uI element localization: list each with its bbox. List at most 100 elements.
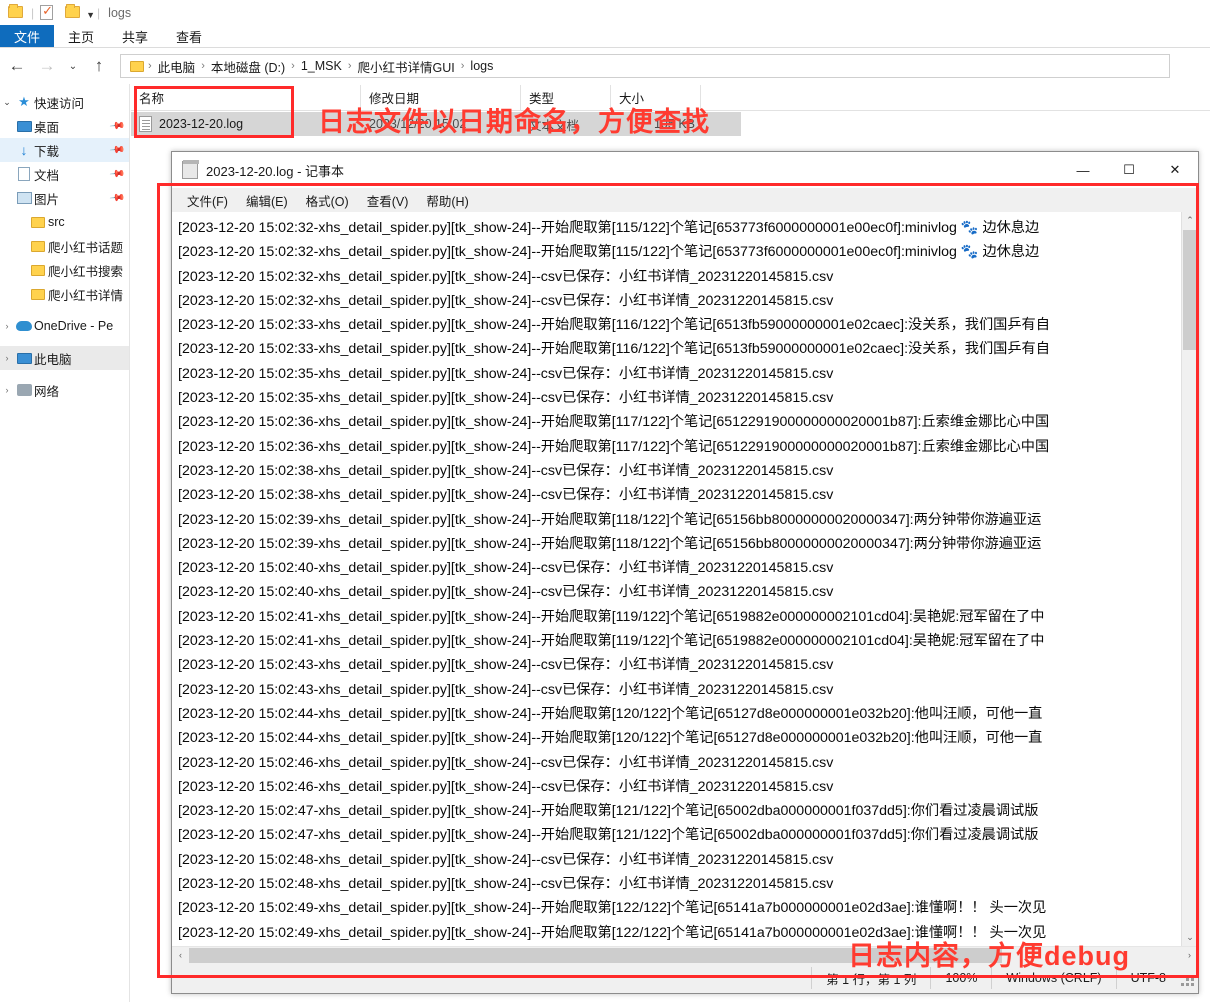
up-button[interactable]: ↑ xyxy=(86,53,112,79)
sidebar-item-label: 快速访问 xyxy=(34,96,85,111)
sidebar-item-src[interactable]: src xyxy=(0,210,129,234)
folder-icon[interactable] xyxy=(8,4,25,21)
explorer-title-bar: | ▼ | logs xyxy=(0,0,1210,25)
sidebar-item-pictures[interactable]: 图片 📌 xyxy=(0,186,129,210)
menu-item-edit[interactable]: 编辑(E) xyxy=(237,191,297,210)
pin-icon: 📌 xyxy=(108,141,126,159)
scroll-left-arrow-icon[interactable]: ‹ xyxy=(172,950,189,960)
log-text-content[interactable]: [2023-12-20 15:02:32-xhs_detail_spider.p… xyxy=(172,212,1181,946)
close-button[interactable]: ✕ xyxy=(1152,152,1198,188)
breadcrumb-item-3[interactable]: 爬小红书详情GUI xyxy=(353,57,460,76)
log-line: [2023-12-20 15:02:43-xhs_detail_spider.p… xyxy=(178,657,834,674)
log-line: [2023-12-20 15:02:40-xhs_detail_spider.p… xyxy=(178,584,834,601)
log-line: [2023-12-20 15:02:39-xhs_detail_spider.p… xyxy=(178,511,1042,528)
sidebar-item-quick-access[interactable]: ⌄ ★ 快速访问 xyxy=(0,90,129,114)
maximize-button[interactable]: ☐ xyxy=(1106,152,1152,188)
minimize-button[interactable]: — xyxy=(1060,152,1106,188)
breadcrumb-item-2[interactable]: 1_MSK xyxy=(296,59,347,73)
sidebar-item-this-pc[interactable]: › 此电脑 xyxy=(0,346,129,370)
chevron-right-icon[interactable]: › xyxy=(0,353,14,363)
sidebar-item-label: 网络 xyxy=(34,384,60,399)
notepad-menu-bar: 文件(F) 编辑(E) 格式(O) 查看(V) 帮助(H) xyxy=(172,188,1198,212)
log-line: [2023-12-20 15:02:38-xhs_detail_spider.p… xyxy=(178,462,834,479)
log-line: [2023-12-20 15:02:47-xhs_detail_spider.p… xyxy=(178,803,1039,820)
log-line: [2023-12-20 15:02:35-xhs_detail_spider.p… xyxy=(178,390,834,407)
log-line: [2023-12-20 15:02:32-xhs_detail_spider.p… xyxy=(178,244,1040,261)
desktop-icon xyxy=(14,120,34,132)
notepad-title-bar[interactable]: 2023-12-20.log - 记事本 — ☐ ✕ xyxy=(172,152,1198,188)
annotation-text-log-content: 日志内容，方便debug xyxy=(848,941,1130,971)
log-line: [2023-12-20 15:02:36-xhs_detail_spider.p… xyxy=(178,438,1050,455)
log-line: [2023-12-20 15:02:44-xhs_detail_spider.p… xyxy=(178,730,1043,747)
address-bar[interactable]: › 此电脑 › 本地磁盘 (D:) › 1_MSK › 爬小红书详情GUI › … xyxy=(120,54,1170,78)
scroll-up-arrow-icon[interactable]: ⌃ xyxy=(1186,212,1194,229)
log-line: [2023-12-20 15:02:32-xhs_detail_spider.p… xyxy=(178,268,834,285)
menu-item-help[interactable]: 帮助(H) xyxy=(417,191,477,210)
log-line: [2023-12-20 15:02:38-xhs_detail_spider.p… xyxy=(178,487,834,504)
forward-button[interactable]: → xyxy=(34,53,60,79)
notepad-window-controls: — ☐ ✕ xyxy=(1060,152,1198,188)
sidebar-item-network[interactable]: › 网络 xyxy=(0,378,129,402)
sidebar-item-label: 桌面 xyxy=(34,120,60,135)
log-line: [2023-12-20 15:02:40-xhs_detail_spider.p… xyxy=(178,560,834,577)
ribbon-tab-share[interactable]: 共享 xyxy=(108,25,162,47)
sidebar-item-label: 图片 xyxy=(34,192,60,207)
log-line: [2023-12-20 15:02:35-xhs_detail_spider.p… xyxy=(178,365,834,382)
folder-icon xyxy=(28,240,48,252)
ribbon-tab-file[interactable]: 文件 xyxy=(0,25,55,47)
vertical-scroll-thumb[interactable] xyxy=(1182,230,1198,350)
sidebar-item-xhs-topic[interactable]: 爬小红书话题 xyxy=(0,234,129,258)
notepad-text-area[interactable]: [2023-12-20 15:02:32-xhs_detail_spider.p… xyxy=(172,212,1198,946)
ribbon-tab-view[interactable]: 查看 xyxy=(162,25,216,47)
new-folder-icon[interactable] xyxy=(65,4,82,21)
text-file-icon xyxy=(139,116,152,132)
annotation-text-filename: 日志文件以日期命名，方便查找 xyxy=(318,107,710,137)
explorer-window-title: logs xyxy=(108,5,132,20)
notepad-window-title: 2023-12-20.log - 记事本 xyxy=(206,163,345,179)
navigation-pane: ⌄ ★ 快速访问 桌面 📌 ↓ 下载 📌 文档 📌 图片 📌 src 爬小红书话… xyxy=(0,84,130,1002)
log-line: [2023-12-20 15:02:46-xhs_detail_spider.p… xyxy=(178,778,834,795)
customize-caret-icon[interactable]: ▼ xyxy=(86,10,95,20)
sidebar-item-label: 爬小红书话题 xyxy=(48,240,124,255)
vertical-scrollbar[interactable]: ⌃ ⌄ xyxy=(1181,212,1198,946)
sidebar-item-documents[interactable]: 文档 📌 xyxy=(0,162,129,186)
back-button[interactable]: ← xyxy=(4,53,30,79)
ribbon-tab-home[interactable]: 主页 xyxy=(54,25,108,47)
qat-divider-2: | xyxy=(97,5,101,20)
chevron-right-icon[interactable]: › xyxy=(0,321,14,331)
chevron-right-icon[interactable]: › xyxy=(0,385,14,395)
properties-icon[interactable] xyxy=(40,3,57,21)
sidebar-item-label: src xyxy=(48,215,65,229)
notepad-window: 2023-12-20.log - 记事本 — ☐ ✕ 文件(F) 编辑(E) 格… xyxy=(171,151,1199,994)
download-icon: ↓ xyxy=(20,142,28,158)
scroll-right-arrow-icon[interactable]: › xyxy=(1181,950,1198,960)
sidebar-item-onedrive[interactable]: › OneDrive - Pe xyxy=(0,314,129,338)
scroll-down-arrow-icon[interactable]: ⌄ xyxy=(1186,929,1194,946)
log-line: [2023-12-20 15:02:41-xhs_detail_spider.p… xyxy=(178,608,1045,625)
log-line: [2023-12-20 15:02:32-xhs_detail_spider.p… xyxy=(178,220,1040,236)
log-line: [2023-12-20 15:02:39-xhs_detail_spider.p… xyxy=(178,535,1042,552)
breadcrumb-item-4[interactable]: logs xyxy=(465,59,498,73)
log-line: [2023-12-20 15:02:41-xhs_detail_spider.p… xyxy=(178,633,1045,650)
sidebar-item-desktop[interactable]: 桌面 📌 xyxy=(0,114,129,138)
sidebar-item-downloads[interactable]: ↓ 下载 📌 xyxy=(0,138,129,162)
resize-grip-icon[interactable] xyxy=(1180,967,1198,989)
screen: | ▼ | logs 文件 主页 共享 查看 ← → ⌄ ↑ › 此电脑 › 本… xyxy=(0,0,1210,1002)
log-line: [2023-12-20 15:02:33-xhs_detail_spider.p… xyxy=(178,317,1050,334)
network-icon xyxy=(14,384,34,396)
sidebar-item-xhs-detail[interactable]: 爬小红书详情 xyxy=(0,282,129,306)
sidebar-item-label: 下载 xyxy=(34,144,60,159)
sidebar-item-xhs-search[interactable]: 爬小红书搜索 xyxy=(0,258,129,282)
menu-item-format[interactable]: 格式(O) xyxy=(297,191,358,210)
sidebar-item-label: 爬小红书搜索 xyxy=(48,264,124,279)
sidebar-item-label: 此电脑 xyxy=(34,352,72,367)
log-line: [2023-12-20 15:02:46-xhs_detail_spider.p… xyxy=(178,754,834,771)
menu-item-view[interactable]: 查看(V) xyxy=(358,191,418,210)
chevron-down-icon[interactable]: ⌄ xyxy=(0,97,14,108)
breadcrumb-item-1[interactable]: 本地磁盘 (D:) xyxy=(206,57,290,76)
onedrive-icon xyxy=(14,321,34,331)
recent-locations-button[interactable]: ⌄ xyxy=(64,53,82,79)
sidebar-item-label: OneDrive - Pe xyxy=(34,319,114,333)
menu-item-file[interactable]: 文件(F) xyxy=(178,191,237,210)
breadcrumb-item-0[interactable]: 此电脑 xyxy=(153,57,201,76)
